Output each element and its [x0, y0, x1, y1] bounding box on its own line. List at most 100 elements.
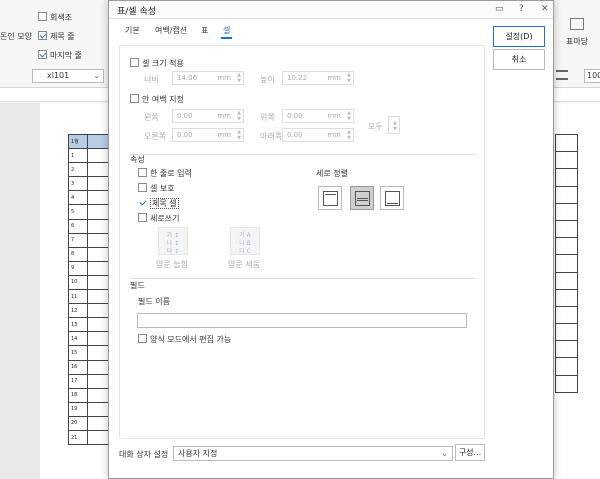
document-table-right[interactable] [555, 133, 578, 393]
header-row-checkbox[interactable]: 제목 줄 [38, 31, 75, 43]
table-cell[interactable] [87, 331, 110, 347]
row-number-cell[interactable]: 15 [68, 345, 88, 361]
table-cell[interactable] [555, 340, 578, 359]
table-cell[interactable] [555, 288, 578, 307]
row-number-cell[interactable]: 1 [68, 148, 88, 164]
spin-arrows-icon[interactable]: ▲ ▼ [237, 129, 241, 141]
row-number-cell[interactable]: 16 [68, 359, 88, 375]
row-number-cell[interactable]: 14 [68, 331, 88, 347]
table-cell[interactable] [87, 359, 110, 375]
tab-cell[interactable]: 셀 [220, 25, 233, 39]
document-table[interactable]: 1월 1 2 3 4 5 6 7 8 9 10 11 12 13 14 15 16 17 18 19 20 21 [68, 133, 110, 446]
row-number-cell[interactable]: 5 [68, 204, 88, 220]
row-number-cell[interactable]: 4 [68, 190, 88, 206]
english-rotate-button[interactable]: 가 ↕ 나 ↕ 다 ↕ [158, 227, 188, 255]
comment-icon[interactable]: ▭ [495, 4, 504, 14]
table-cell[interactable] [87, 401, 110, 417]
checkbox-box[interactable] [138, 213, 147, 222]
checkbox-box[interactable] [38, 31, 47, 40]
table-cell[interactable] [555, 271, 578, 290]
checkbox-box[interactable] [138, 198, 147, 207]
close-icon[interactable]: ✕ [541, 4, 549, 14]
table-cell[interactable] [87, 415, 110, 431]
table-cell[interactable] [87, 232, 110, 248]
inner-margin-checkbox[interactable]: 안 여백 지정 [130, 94, 184, 105]
width-spinbox[interactable]: 14.06 mm ▲ ▼ [172, 71, 244, 85]
table-cell[interactable] [555, 133, 578, 153]
table-cell[interactable] [87, 345, 110, 361]
checkbox-box[interactable] [130, 58, 139, 67]
row-number-cell[interactable]: 21 [68, 429, 88, 446]
help-icon[interactable]: ? [519, 4, 524, 14]
table-cell[interactable] [87, 260, 110, 276]
table-cell[interactable] [555, 237, 578, 256]
row-number-cell[interactable]: 17 [68, 373, 88, 389]
spin-arrows-icon[interactable]: ▲ ▼ [237, 72, 241, 84]
title-cell-checkbox[interactable]: 제목 셀 [138, 198, 179, 209]
ok-button[interactable]: 설정(D) [493, 26, 545, 47]
row-number-cell[interactable]: 18 [68, 387, 88, 403]
field-name-input[interactable] [137, 313, 467, 328]
table-cell[interactable] [555, 185, 578, 204]
zoom-box[interactable]: 100 [584, 69, 600, 83]
english-upright-button[interactable]: 가 A나 B다 C [230, 227, 260, 255]
height-spinbox[interactable]: 10.22 mm ▲ ▼ [282, 71, 354, 85]
cancel-button[interactable]: 취소 [493, 49, 545, 70]
table-cell[interactable] [87, 162, 110, 178]
table-cell[interactable] [555, 323, 578, 342]
table-cell[interactable] [87, 387, 110, 403]
left-margin-spinbox[interactable]: 0.00 mm ▲ ▼ [172, 109, 244, 123]
checkbox-box[interactable] [38, 50, 47, 59]
table-cell[interactable] [555, 357, 578, 376]
table-cell[interactable] [555, 305, 578, 325]
spin-arrows-icon[interactable]: ▲ ▼ [347, 72, 351, 84]
table-cell[interactable] [555, 374, 578, 393]
last-row-checkbox[interactable]: 마지막 줄 [38, 50, 82, 62]
row-number-cell[interactable]: 11 [68, 289, 88, 305]
row-number-cell[interactable]: 7 [68, 232, 88, 248]
table-cell[interactable] [87, 176, 110, 192]
dialog-settings-select[interactable]: 사용자 지정 ⌄ [173, 446, 453, 461]
tab-margin-caption[interactable]: 여백/캡션 [155, 25, 187, 36]
cell-size-checkbox[interactable]: 셀 크기 적용 [130, 58, 184, 69]
tab-table[interactable]: 표 [201, 25, 208, 36]
table-header-cell[interactable]: 1월 [68, 133, 88, 150]
checkbox-box[interactable] [138, 168, 147, 177]
align-top-button[interactable] [318, 186, 342, 210]
table-cell[interactable] [555, 168, 578, 187]
row-number-cell[interactable]: 19 [68, 401, 88, 417]
checkbox-box[interactable] [38, 12, 47, 21]
form-edit-checkbox[interactable]: 양식 모드에서 편집 가능 [138, 334, 231, 345]
table-cell[interactable] [555, 151, 578, 170]
table-cell[interactable] [87, 289, 110, 305]
tab-basic[interactable]: 기본 [125, 25, 140, 36]
row-number-cell[interactable]: 10 [68, 274, 88, 291]
table-cell[interactable] [87, 148, 110, 164]
row-number-cell[interactable]: 8 [68, 246, 88, 262]
font-combo[interactable]: xl101 ⌄ [32, 69, 104, 83]
table-cell[interactable] [87, 373, 110, 389]
align-icon[interactable] [556, 70, 568, 80]
table-cell[interactable] [555, 219, 578, 239]
table-cell[interactable] [87, 190, 110, 206]
checkbox-box[interactable] [138, 183, 147, 192]
row-number-cell[interactable]: 2 [68, 162, 88, 178]
row-number-cell[interactable]: 13 [68, 317, 88, 333]
row-number-cell[interactable]: 12 [68, 303, 88, 319]
table-cell[interactable] [555, 202, 578, 221]
table-cell[interactable] [87, 303, 110, 319]
bottom-margin-spinbox[interactable]: 0.00 mm ▲ ▼ [282, 128, 354, 142]
align-bottom-button[interactable] [380, 186, 404, 210]
row-number-cell[interactable]: 20 [68, 415, 88, 431]
cell-protect-checkbox[interactable]: 셀 보호 [138, 183, 175, 194]
single-line-checkbox[interactable]: 한 줄로 입력 [138, 168, 192, 179]
top-margin-spinbox[interactable]: 0.00 mm ▲ ▼ [282, 109, 354, 123]
table-cell[interactable] [87, 133, 110, 150]
spin-arrows-icon[interactable]: ▲ ▼ [347, 110, 351, 122]
table-cell[interactable] [555, 254, 578, 273]
table-cell[interactable] [87, 246, 110, 262]
table-cell[interactable] [87, 317, 110, 333]
table-cell[interactable] [87, 218, 110, 234]
align-middle-button[interactable] [350, 186, 374, 210]
row-number-cell[interactable]: 6 [68, 218, 88, 234]
